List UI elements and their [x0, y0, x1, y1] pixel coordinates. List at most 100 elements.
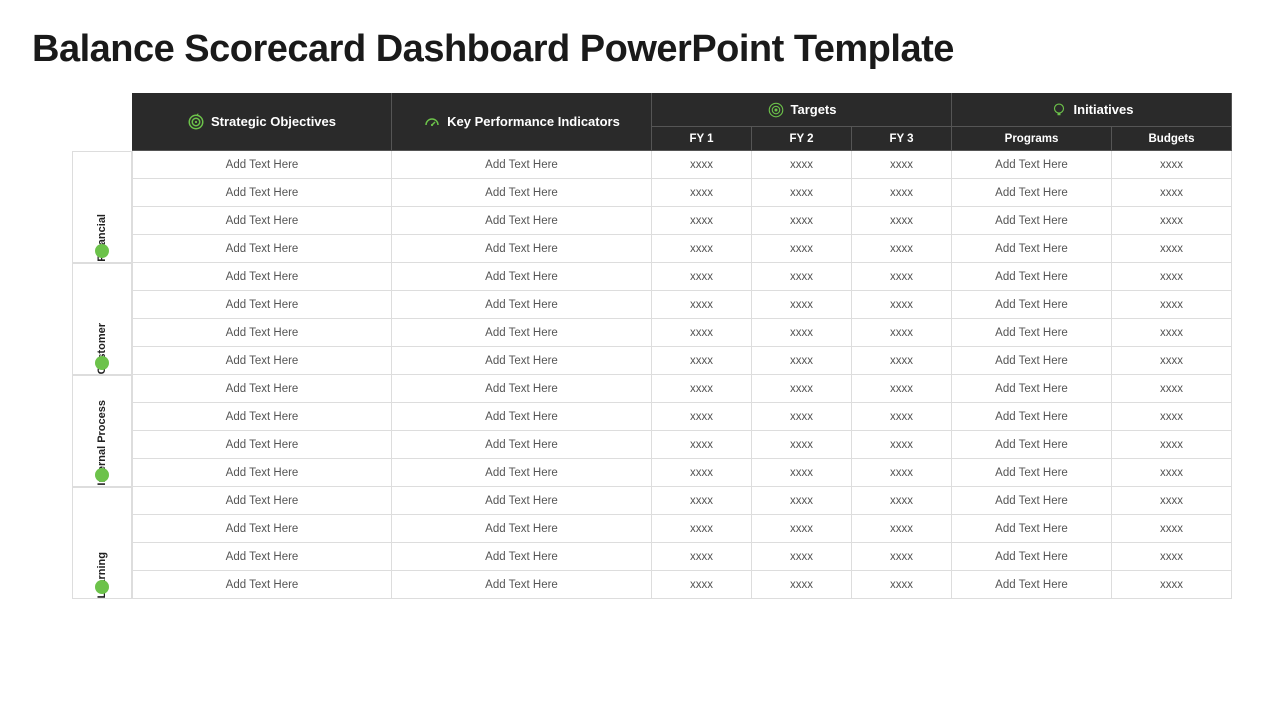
cell-program: Add Text Here: [952, 151, 1112, 179]
cell-program: Add Text Here: [952, 347, 1112, 375]
cell-fy3: xxxx: [852, 347, 952, 375]
cell-kpi: Add Text Here: [392, 543, 652, 571]
cell-budget: xxxx: [1112, 403, 1232, 431]
cell-fy1: xxxx: [652, 263, 752, 291]
cell-fy1: xxxx: [652, 571, 752, 599]
cell-fy1: xxxx: [652, 291, 752, 319]
cell-kpi: Add Text Here: [392, 431, 652, 459]
cell-objective: Add Text Here: [132, 487, 392, 515]
bulb-icon: [1050, 101, 1068, 119]
cell-fy2: xxxx: [752, 263, 852, 291]
cell-fy1: xxxx: [652, 403, 752, 431]
cell-fy1: xxxx: [652, 235, 752, 263]
cell-objective: Add Text Here: [132, 151, 392, 179]
cell-fy3: xxxx: [852, 179, 952, 207]
cell-kpi: Add Text Here: [392, 235, 652, 263]
cell-fy1: xxxx: [652, 375, 752, 403]
cell-kpi: Add Text Here: [392, 571, 652, 599]
cell-kpi: Add Text Here: [392, 179, 652, 207]
cell-objective: Add Text Here: [132, 403, 392, 431]
slide: Balance Scorecard Dashboard PowerPoint T…: [0, 0, 1280, 619]
cell-kpi: Add Text Here: [392, 375, 652, 403]
cell-program: Add Text Here: [952, 263, 1112, 291]
cell-program: Add Text Here: [952, 487, 1112, 515]
cell-fy3: xxxx: [852, 207, 952, 235]
cell-budget: xxxx: [1112, 291, 1232, 319]
header-strategic: Strategic Objectives: [132, 93, 392, 151]
cell-fy1: xxxx: [652, 515, 752, 543]
cell-fy1: xxxx: [652, 207, 752, 235]
cell-fy2: xxxx: [752, 515, 852, 543]
header-initiatives-label: Initiatives: [1074, 102, 1134, 117]
cell-budget: xxxx: [1112, 543, 1232, 571]
cell-kpi: Add Text Here: [392, 487, 652, 515]
header-fy1: FY 1: [652, 127, 752, 151]
cell-program: Add Text Here: [952, 319, 1112, 347]
cell-budget: xxxx: [1112, 347, 1232, 375]
cell-fy1: xxxx: [652, 431, 752, 459]
cell-fy2: xxxx: [752, 459, 852, 487]
cell-kpi: Add Text Here: [392, 515, 652, 543]
cell-budget: xxxx: [1112, 431, 1232, 459]
cell-fy3: xxxx: [852, 459, 952, 487]
bullseye-icon: [767, 101, 785, 119]
section-label: Internal Process: [72, 375, 132, 487]
cell-program: Add Text Here: [952, 375, 1112, 403]
cell-program: Add Text Here: [952, 179, 1112, 207]
cell-kpi: Add Text Here: [392, 459, 652, 487]
cell-kpi: Add Text Here: [392, 403, 652, 431]
cell-fy2: xxxx: [752, 487, 852, 515]
cell-fy1: xxxx: [652, 543, 752, 571]
cell-program: Add Text Here: [952, 543, 1112, 571]
cell-objective: Add Text Here: [132, 179, 392, 207]
cell-budget: xxxx: [1112, 375, 1232, 403]
cell-fy2: xxxx: [752, 571, 852, 599]
cell-objective: Add Text Here: [132, 431, 392, 459]
cell-fy2: xxxx: [752, 179, 852, 207]
header-fy3: FY 3: [852, 127, 952, 151]
cell-objective: Add Text Here: [132, 515, 392, 543]
cell-program: Add Text Here: [952, 431, 1112, 459]
cell-budget: xxxx: [1112, 319, 1232, 347]
cell-objective: Add Text Here: [132, 207, 392, 235]
slide-title: Balance Scorecard Dashboard PowerPoint T…: [32, 28, 1248, 71]
cell-fy1: xxxx: [652, 487, 752, 515]
cell-budget: xxxx: [1112, 515, 1232, 543]
header-fy2: FY 2: [752, 127, 852, 151]
dot-icon: [95, 580, 109, 594]
cell-program: Add Text Here: [952, 459, 1112, 487]
dot-icon: [95, 356, 109, 370]
cell-program: Add Text Here: [952, 207, 1112, 235]
cell-objective: Add Text Here: [132, 543, 392, 571]
cell-kpi: Add Text Here: [392, 151, 652, 179]
section-label: Financial: [72, 151, 132, 263]
cell-budget: xxxx: [1112, 263, 1232, 291]
cell-objective: Add Text Here: [132, 235, 392, 263]
cell-fy3: xxxx: [852, 431, 952, 459]
cell-fy3: xxxx: [852, 151, 952, 179]
cell-fy3: xxxx: [852, 571, 952, 599]
cell-fy3: xxxx: [852, 291, 952, 319]
cell-program: Add Text Here: [952, 291, 1112, 319]
cell-budget: xxxx: [1112, 487, 1232, 515]
cell-fy3: xxxx: [852, 319, 952, 347]
section-label: Learning: [72, 487, 132, 599]
cell-fy3: xxxx: [852, 403, 952, 431]
cell-objective: Add Text Here: [132, 347, 392, 375]
cell-program: Add Text Here: [952, 571, 1112, 599]
cell-fy1: xxxx: [652, 347, 752, 375]
cell-fy2: xxxx: [752, 403, 852, 431]
header-kpi: Key Performance Indicators: [392, 93, 652, 151]
cell-fy2: xxxx: [752, 207, 852, 235]
cell-budget: xxxx: [1112, 207, 1232, 235]
cell-fy1: xxxx: [652, 459, 752, 487]
cell-fy1: xxxx: [652, 179, 752, 207]
cell-objective: Add Text Here: [132, 291, 392, 319]
cell-fy3: xxxx: [852, 375, 952, 403]
cell-kpi: Add Text Here: [392, 319, 652, 347]
cell-fy2: xxxx: [752, 291, 852, 319]
cell-objective: Add Text Here: [132, 319, 392, 347]
cell-budget: xxxx: [1112, 235, 1232, 263]
cell-fy3: xxxx: [852, 235, 952, 263]
header-corner: [72, 93, 132, 151]
